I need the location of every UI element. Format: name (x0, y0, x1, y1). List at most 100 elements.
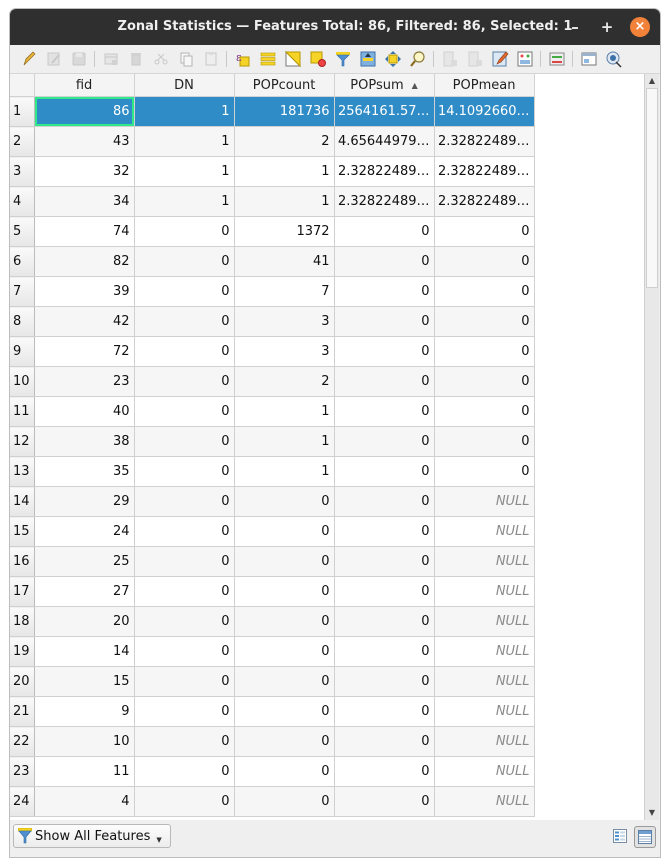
cell-dn[interactable]: 1 (134, 156, 235, 187)
cell-popsum[interactable]: 0 (334, 216, 435, 247)
cell-popmean[interactable]: 0 (434, 336, 535, 367)
invert-selection-button[interactable] (280, 47, 305, 71)
cell-popmean[interactable]: 2.32822489… (434, 156, 535, 187)
cell-fid[interactable]: 25 (34, 546, 135, 577)
row-header[interactable]: 2 (10, 126, 35, 157)
cell-popcount[interactable]: 3 (234, 336, 335, 367)
cell-fid[interactable]: 10 (34, 726, 135, 757)
cell-dn[interactable]: 0 (134, 456, 235, 487)
cell-dn[interactable]: 0 (134, 546, 235, 577)
cell-popcount[interactable]: 0 (234, 576, 335, 607)
row-header[interactable]: 5 (10, 216, 35, 247)
identify-button[interactable] (601, 47, 626, 71)
cell-popmean[interactable]: 0 (434, 216, 535, 247)
cell-popcount[interactable]: 0 (234, 516, 335, 547)
cell-popmean[interactable]: NULL (434, 606, 535, 637)
row-header[interactable]: 24 (10, 786, 35, 817)
cell-popmean[interactable]: 0 (434, 366, 535, 397)
cell-popmean[interactable]: 0 (434, 396, 535, 427)
toggle-editing-button[interactable] (16, 47, 41, 71)
cell-popmean[interactable]: NULL (434, 576, 535, 607)
cell-dn[interactable]: 0 (134, 786, 235, 817)
dock-button[interactable] (576, 47, 601, 71)
table-row[interactable]: 19 14 0 0 0 NULL (10, 636, 535, 667)
cell-popmean[interactable]: NULL (434, 666, 535, 697)
cell-popcount[interactable]: 7 (234, 276, 335, 307)
row-header[interactable]: 4 (10, 186, 35, 217)
cell-popcount[interactable]: 3 (234, 306, 335, 337)
cell-dn[interactable]: 0 (134, 756, 235, 787)
cell-popcount[interactable]: 0 (234, 486, 335, 517)
filter-selected-button[interactable] (330, 47, 355, 71)
cell-popsum[interactable]: 2.32822489… (334, 156, 435, 187)
cell-popcount[interactable]: 0 (234, 606, 335, 637)
cell-popmean[interactable]: NULL (434, 636, 535, 667)
deselect-all-button[interactable] (305, 47, 330, 71)
corner-header[interactable] (10, 74, 35, 97)
cell-popcount[interactable]: 0 (234, 546, 335, 577)
table-row[interactable]: 7 39 0 7 0 0 (10, 276, 535, 307)
cell-dn[interactable]: 0 (134, 396, 235, 427)
cell-popcount[interactable]: 41 (234, 246, 335, 277)
row-header[interactable]: 18 (10, 606, 35, 637)
row-header[interactable]: 22 (10, 726, 35, 757)
column-header-popcount[interactable]: POPcount (234, 74, 335, 97)
table-row[interactable]: 12 38 0 1 0 0 (10, 426, 535, 457)
table-row[interactable]: 10 23 0 2 0 0 (10, 366, 535, 397)
cell-fid[interactable]: 24 (34, 516, 135, 547)
table-row[interactable]: 9 72 0 3 0 0 (10, 336, 535, 367)
table-row[interactable]: 8 42 0 3 0 0 (10, 306, 535, 337)
cell-dn[interactable]: 0 (134, 426, 235, 457)
cell-popmean[interactable]: NULL (434, 696, 535, 727)
move-selection-top-button[interactable] (355, 47, 380, 71)
cell-dn[interactable]: 0 (134, 306, 235, 337)
row-header[interactable]: 20 (10, 666, 35, 697)
cell-fid[interactable]: 4 (34, 786, 135, 817)
cell-popmean[interactable]: NULL (434, 786, 535, 817)
cell-fid[interactable]: 72 (34, 336, 135, 367)
scroll-down-arrow-icon[interactable]: ▼ (645, 806, 659, 820)
column-header-popmean[interactable]: POPmean (434, 74, 535, 97)
cell-popcount[interactable]: 0 (234, 726, 335, 757)
row-header[interactable]: 15 (10, 516, 35, 547)
cell-popcount[interactable]: 0 (234, 756, 335, 787)
table-view-button[interactable] (634, 826, 656, 848)
cell-dn[interactable]: 0 (134, 726, 235, 757)
cell-popsum[interactable]: 0 (334, 786, 435, 817)
cell-dn[interactable]: 0 (134, 246, 235, 277)
table-row[interactable]: 6 82 0 41 0 0 (10, 246, 535, 277)
scrollbar-thumb[interactable] (646, 88, 658, 288)
cut-button[interactable] (148, 47, 173, 71)
table-row[interactable]: 11 40 0 1 0 0 (10, 396, 535, 427)
cell-popmean[interactable]: NULL (434, 546, 535, 577)
cell-popcount[interactable]: 1372 (234, 216, 335, 247)
row-header[interactable]: 13 (10, 456, 35, 487)
column-header-fid[interactable]: fid (34, 74, 135, 97)
cell-popcount[interactable]: 1 (234, 156, 335, 187)
table-row[interactable]: 3 32 1 1 2.32822489… 2.32822489… (10, 156, 535, 187)
form-view-button[interactable] (610, 826, 630, 846)
table-row[interactable]: 1 86 1 181736 2564161.57… 14.1092660… (10, 96, 535, 127)
cell-popcount[interactable]: 1 (234, 426, 335, 457)
row-header[interactable]: 3 (10, 156, 35, 187)
cell-popsum[interactable]: 0 (334, 576, 435, 607)
cell-dn[interactable]: 0 (134, 366, 235, 397)
cell-popcount[interactable]: 181736 (234, 96, 335, 127)
cell-popsum[interactable]: 0 (334, 546, 435, 577)
cell-popsum[interactable]: 0 (334, 606, 435, 637)
cell-fid[interactable]: 20 (34, 606, 135, 637)
close-button[interactable]: × (630, 17, 650, 37)
table-row[interactable]: 16 25 0 0 0 NULL (10, 546, 535, 577)
cell-fid[interactable]: 42 (34, 306, 135, 337)
cell-popsum[interactable]: 0 (334, 666, 435, 697)
table-row[interactable]: 24 4 0 0 0 NULL (10, 786, 535, 817)
cell-popmean[interactable]: 0 (434, 456, 535, 487)
cell-popsum[interactable]: 0 (334, 726, 435, 757)
cell-dn[interactable]: 0 (134, 336, 235, 367)
cell-fid[interactable]: 15 (34, 666, 135, 697)
cell-dn[interactable]: 0 (134, 636, 235, 667)
show-all-features-button[interactable]: Show All Features ▼ (13, 824, 171, 848)
cell-popsum[interactable]: 4.65644979… (334, 126, 435, 157)
cell-popmean[interactable]: 2.32822489… (434, 186, 535, 217)
cell-popcount[interactable]: 0 (234, 636, 335, 667)
